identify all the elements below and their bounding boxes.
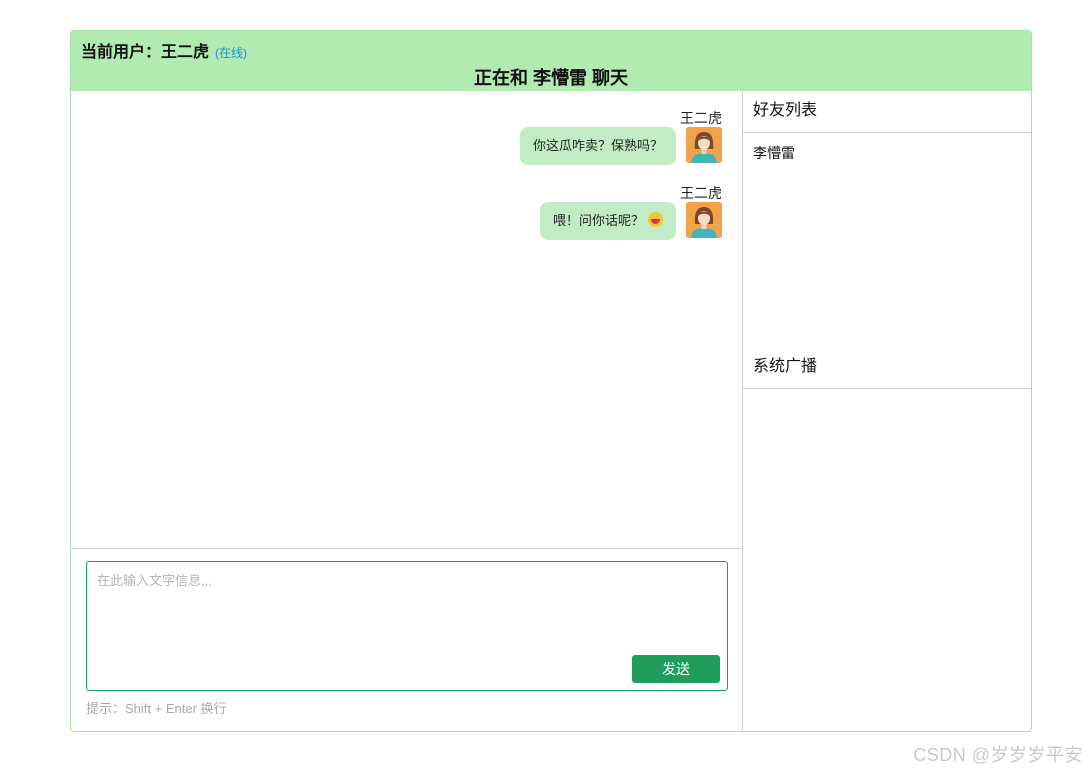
message-bubble: 喂！问你话呢？	[539, 202, 676, 240]
laughing-face-icon	[648, 212, 663, 227]
avatar[interactable]	[686, 202, 722, 238]
avatar[interactable]	[686, 127, 722, 163]
composer: 发送 提示：Shift + Enter 换行	[71, 549, 742, 731]
avatar-girl-icon	[686, 127, 722, 163]
friends-title: 好友列表	[743, 91, 1031, 133]
friend-item[interactable]: 李懵雷	[743, 133, 1031, 163]
input-hint: 提示：Shift + Enter 换行	[86, 701, 227, 716]
current-user: 当前用户：王二虎 (在线)	[81, 38, 247, 62]
message-text: 喂！问你话呢？	[552, 213, 644, 228]
message-input[interactable]	[87, 562, 727, 652]
message-input-box: 发送	[86, 561, 728, 691]
send-button[interactable]: 发送	[632, 655, 720, 683]
message-item: 王二虎 你这瓜咋卖？保熟吗？	[322, 108, 722, 178]
friend-list: 李懵雷	[743, 133, 1031, 347]
chat-app: 当前用户：王二虎 (在线) 正在和 李懵雷 聊天 王二虎 你这瓜咋卖？保熟吗？	[70, 30, 1032, 732]
current-user-label: 当前用户：王二虎	[81, 44, 210, 61]
avatar-girl-icon	[686, 202, 722, 238]
message-item: 王二虎 喂！问你话呢？	[322, 183, 722, 253]
message-list[interactable]: 王二虎 你这瓜咋卖？保熟吗？ 王二虎 喂！问你话呢？	[71, 91, 742, 549]
sidebar: 好友列表 李懵雷 系统广播	[743, 91, 1031, 731]
message-text: 你这瓜咋卖？保熟吗？	[532, 138, 663, 153]
watermark: CSDN @岁岁岁平安	[913, 745, 1083, 765]
chat-title: 正在和 李懵雷 聊天	[473, 68, 628, 88]
chat-header: 当前用户：王二虎 (在线) 正在和 李懵雷 聊天	[71, 31, 1031, 91]
message-bubble: 你这瓜咋卖？保熟吗？	[519, 127, 676, 165]
chat-panel: 王二虎 你这瓜咋卖？保熟吗？ 王二虎 喂！问你话呢？ 在此输入文字信息,,, 发…	[71, 91, 743, 731]
online-status: (在线)	[215, 46, 248, 60]
message-sender: 王二虎	[680, 185, 722, 201]
broadcast-title: 系统广播	[743, 347, 1031, 389]
message-sender: 王二虎	[680, 110, 722, 126]
broadcast-list	[743, 389, 1031, 731]
